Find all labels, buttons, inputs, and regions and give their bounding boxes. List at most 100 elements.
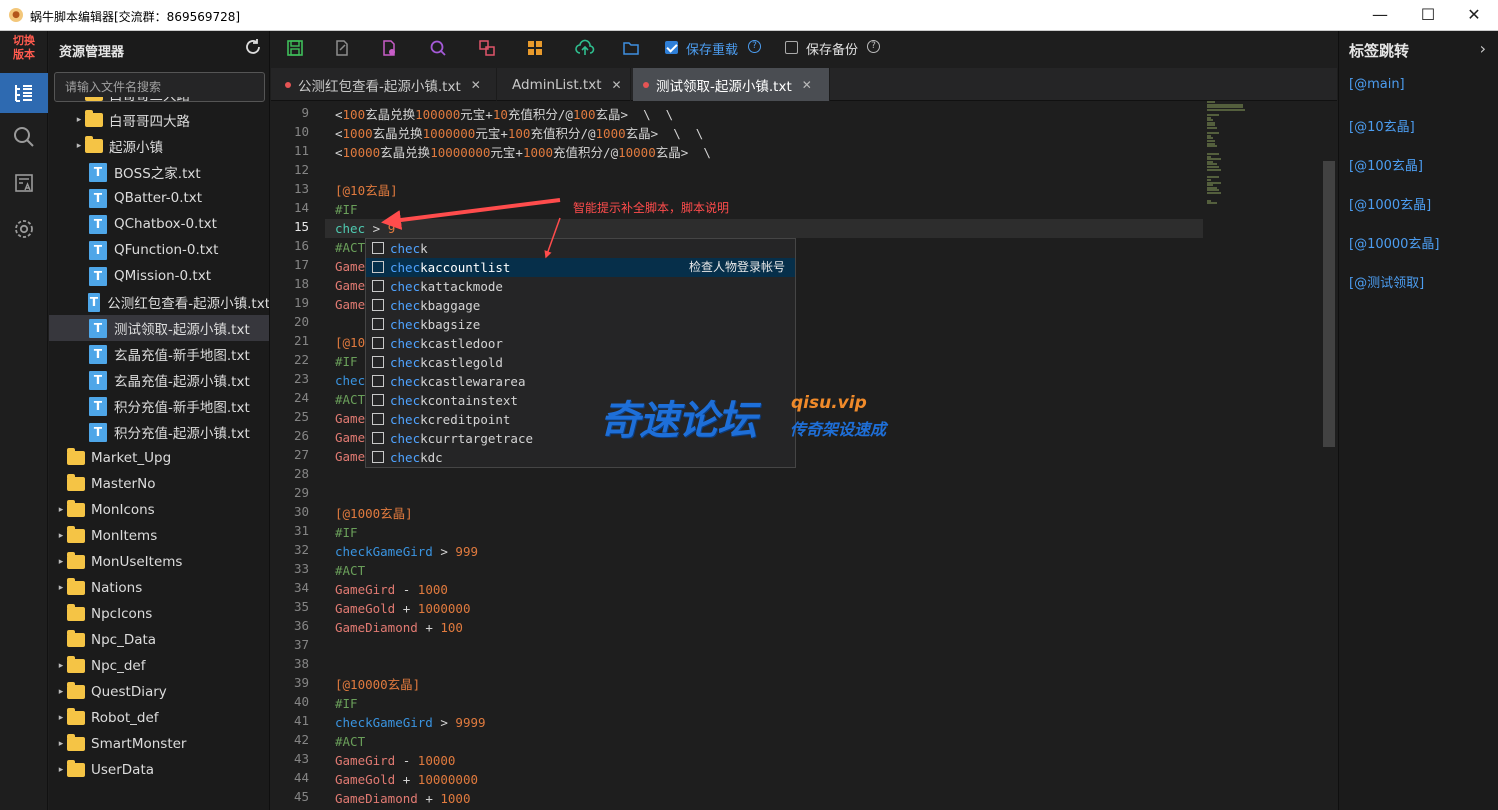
tree-file[interactable]: T 玄晶充值-新手地图.txt: [49, 341, 269, 367]
chevron-right-icon[interactable]: ▸: [55, 765, 67, 775]
chevron-right-icon[interactable]: ▸: [73, 141, 85, 151]
close-file-button[interactable]: [379, 39, 399, 57]
tree-folder[interactable]: Npc_Data: [49, 627, 269, 653]
save-backup-checkbox[interactable]: [785, 41, 798, 54]
tree-file[interactable]: T QChatbox-0.txt: [49, 211, 269, 237]
code-line[interactable]: GameDiamond + 100: [335, 618, 463, 637]
tag-jump-link[interactable]: [@main]: [1349, 77, 1405, 92]
tab-adminlist[interactable]: AdminList.txt ✕: [497, 68, 631, 101]
minimap[interactable]: [1207, 101, 1267, 221]
tree-folder[interactable]: ▸ MonItems: [49, 523, 269, 549]
chevron-right-icon[interactable]: ▸: [55, 687, 67, 697]
tab-public-redpacket[interactable]: 公测红包查看-起源小镇.txt ✕: [275, 68, 497, 101]
code-line[interactable]: GameDiamond + 1000: [335, 789, 470, 808]
code-line[interactable]: GameGird - 10000: [335, 751, 455, 770]
suggestion-item[interactable]: checkbagsize: [366, 315, 795, 334]
find-button[interactable]: [428, 39, 448, 57]
tree-folder[interactable]: ▸ Npc_def: [49, 653, 269, 679]
code-line[interactable]: [@1000玄晶]: [335, 504, 413, 523]
code-line[interactable]: [@10玄晶]: [335, 181, 398, 200]
upload-button[interactable]: [575, 39, 595, 57]
code-line[interactable]: #ACT: [335, 561, 365, 580]
tree-folder[interactable]: ▸ UserData: [49, 757, 269, 783]
code-line[interactable]: Game: [335, 428, 365, 447]
code-line[interactable]: chec: [335, 371, 365, 390]
tag-jump-link[interactable]: [@1000玄晶]: [1349, 194, 1431, 213]
chevron-right-icon[interactable]: ▸: [55, 531, 67, 541]
tab-test-claim[interactable]: 测试领取-起源小镇.txt ✕: [633, 68, 830, 101]
tag-jump-link[interactable]: [@10000玄晶]: [1349, 233, 1440, 252]
tree-folder[interactable]: ▸ MonUseItems: [49, 549, 269, 575]
maximize-button[interactable]: ☐: [1414, 4, 1442, 26]
tree-folder[interactable]: ▸ SmartMonster: [49, 731, 269, 757]
chevron-right-icon[interactable]: ▸: [55, 505, 67, 515]
refresh-button[interactable]: [244, 38, 262, 60]
code-line[interactable]: [@10: [335, 333, 365, 352]
settings-tab[interactable]: [0, 209, 48, 249]
chevron-right-icon[interactable]: ▸: [55, 557, 67, 567]
tab-close-icon[interactable]: ✕: [612, 78, 622, 92]
code-line[interactable]: #ACT: [335, 732, 365, 751]
chevron-right-icon[interactable]: ▸: [73, 115, 85, 125]
open-folder-button[interactable]: [621, 39, 641, 57]
tree-folder[interactable]: ▸ Robot_def: [49, 705, 269, 731]
code-line[interactable]: GameGold + 1000000: [335, 599, 470, 618]
code-line[interactable]: checkGameGird > 9999: [335, 713, 486, 732]
suggestion-item[interactable]: check: [366, 239, 795, 258]
code-line[interactable]: #IF: [335, 352, 358, 371]
save-button[interactable]: [285, 39, 305, 57]
chevron-right-icon[interactable]: ▸: [55, 713, 67, 723]
tag-jump-link[interactable]: [@10玄晶]: [1349, 116, 1415, 135]
code-line[interactable]: Game: [335, 257, 365, 276]
chevron-right-icon[interactable]: ›: [1480, 39, 1486, 58]
explorer-tab[interactable]: [0, 73, 48, 113]
code-line[interactable]: [@10000玄晶]: [335, 675, 420, 694]
suggestion-item[interactable]: checkcastledoor: [366, 334, 795, 353]
code-line[interactable]: Game: [335, 295, 365, 314]
save-reload-checkbox[interactable]: [665, 41, 678, 54]
tree-file[interactable]: T 公测红包查看-起源小镇.txt: [49, 289, 269, 315]
switch-version-button[interactable]: 切换 版本: [0, 34, 48, 68]
tree-file[interactable]: T 测试领取-起源小镇.txt: [49, 315, 269, 341]
suggestion-item[interactable]: checkdc: [366, 448, 795, 467]
suggestion-item[interactable]: checkaccountlist 检查人物登录帐号: [366, 258, 795, 277]
tree-file[interactable]: T 玄晶充值-起源小镇.txt: [49, 367, 269, 393]
code-line[interactable]: <10000玄晶兑换10000000元宝+1000充值积分/@10000玄晶> …: [335, 143, 711, 162]
tree-folder[interactable]: MasterNo: [49, 471, 269, 497]
tree-folder[interactable]: ▸ QuestDiary: [49, 679, 269, 705]
tree-folder[interactable]: ▸ 白哥哥三大路: [49, 97, 269, 107]
code-line[interactable]: #IF: [335, 694, 358, 713]
tab-close-icon[interactable]: ✕: [802, 78, 812, 92]
tree-file[interactable]: T QFunction-0.txt: [49, 237, 269, 263]
tree-folder[interactable]: ▸ 起源小镇: [49, 133, 269, 159]
tree-file[interactable]: T BOSS之家.txt: [49, 159, 269, 185]
code-line[interactable]: #ACT: [335, 390, 365, 409]
suggestion-item[interactable]: checkbaggage: [366, 296, 795, 315]
tree-folder[interactable]: Market_Upg: [49, 445, 269, 471]
text-replace-tab[interactable]: [0, 163, 48, 203]
tree-file[interactable]: T 积分充值-起源小镇.txt: [49, 419, 269, 445]
code-line[interactable]: #IF: [335, 200, 358, 219]
chevron-right-icon[interactable]: ▸: [73, 97, 85, 99]
tree-folder[interactable]: ▸ Nations: [49, 575, 269, 601]
tree-folder[interactable]: ▸ MonIcons: [49, 497, 269, 523]
minimize-button[interactable]: —: [1366, 4, 1394, 26]
compare-button[interactable]: [477, 39, 497, 57]
tab-close-icon[interactable]: ✕: [471, 78, 481, 92]
tree-file[interactable]: T QBatter-0.txt: [49, 185, 269, 211]
tree-file[interactable]: T 积分充值-新手地图.txt: [49, 393, 269, 419]
suggestion-item[interactable]: checkattackmode: [366, 277, 795, 296]
code-line[interactable]: checkGameGird > 999: [335, 542, 478, 561]
chevron-right-icon[interactable]: ▸: [55, 739, 67, 749]
code-line[interactable]: <1000玄晶兑换1000000元宝+100充值积分/@1000玄晶> \ \: [335, 124, 703, 143]
tag-jump-link[interactable]: [@100玄晶]: [1349, 155, 1423, 174]
code-line[interactable]: GameGird - 1000: [335, 580, 448, 599]
suggestion-item[interactable]: checkcastlegold: [366, 353, 795, 372]
code-line[interactable]: #ACT: [335, 238, 365, 257]
code-line[interactable]: chec > 9: [335, 219, 395, 238]
tree-folder[interactable]: NpcIcons: [49, 601, 269, 627]
code-line[interactable]: Game: [335, 276, 365, 295]
code-line[interactable]: GameGold + 10000000: [335, 770, 478, 789]
edit-file-button[interactable]: [332, 39, 352, 57]
tag-jump-link[interactable]: [@测试领取]: [1349, 272, 1424, 291]
